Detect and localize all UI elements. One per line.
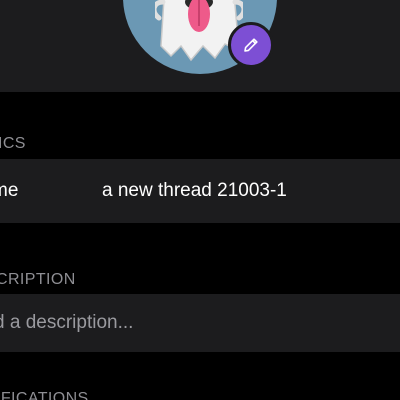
description-row[interactable] [0, 294, 400, 352]
name-label: me [0, 180, 19, 201]
edit-avatar-button[interactable] [228, 22, 274, 68]
avatar-section [0, 0, 400, 92]
description-section-header: CRIPTION [0, 271, 76, 288]
notifications-section-header: IFICATIONS [0, 390, 89, 400]
basics-section-header: ICS [0, 135, 26, 152]
description-input[interactable] [0, 294, 394, 352]
name-row[interactable]: me a new thread 21003-1 [0, 159, 400, 223]
thread-name-value[interactable]: a new thread 21003-1 [102, 159, 287, 223]
pencil-icon [244, 38, 258, 52]
